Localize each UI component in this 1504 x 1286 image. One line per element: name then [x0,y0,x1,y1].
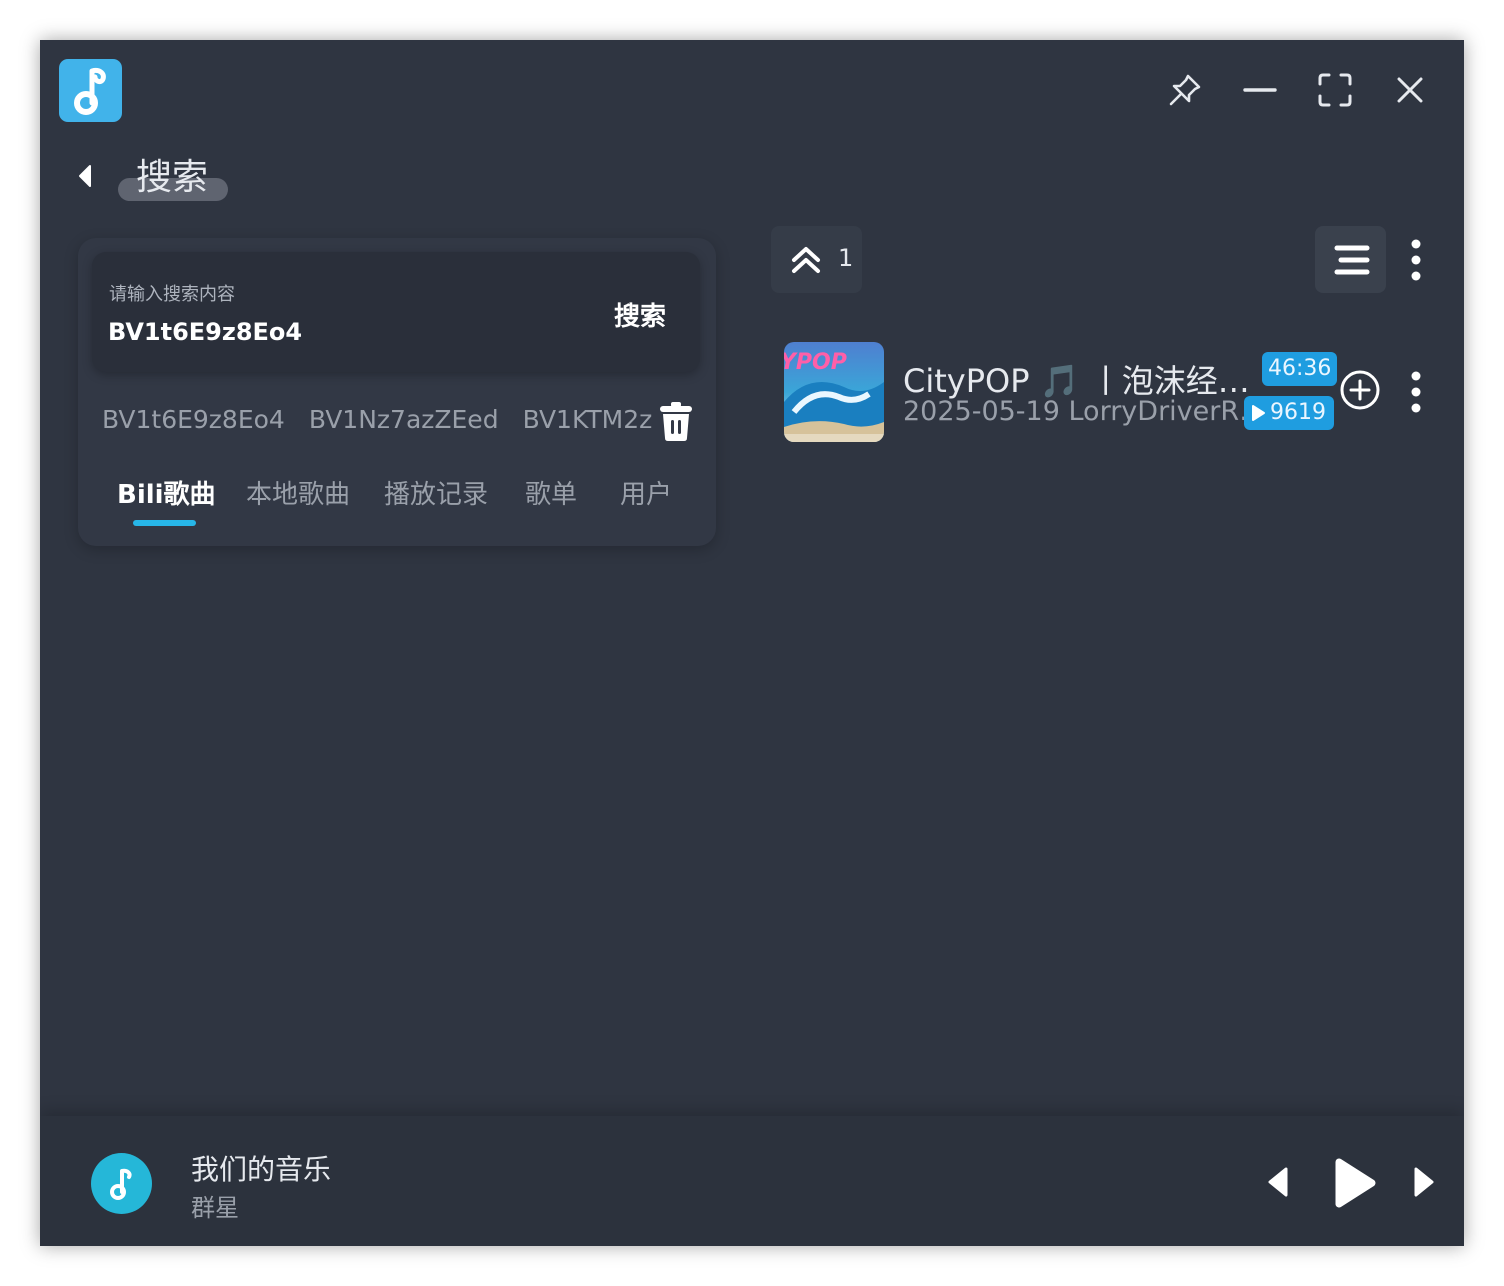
views-count: 9619 [1270,400,1326,425]
now-playing-cover[interactable] [91,1153,152,1214]
close-button[interactable] [1390,70,1430,110]
fullscreen-icon [1318,73,1352,107]
now-playing-artist: 群星 [191,1194,239,1222]
result-more-button[interactable] [1405,368,1427,416]
close-icon [1397,77,1423,103]
tab-bili-songs[interactable]: Bili歌曲 [117,474,216,511]
double-chevron-up-icon [792,247,820,273]
search-input[interactable] [108,314,578,350]
search-button[interactable]: 搜索 [614,296,666,333]
result-thumbnail: YPOP [784,342,884,442]
search-panel: 请输入搜索内容 搜索 BV1t6E9z8Eo4 BV1Nz7azZEed BV1KT… [78,238,716,546]
app-logo [59,59,122,122]
tab-users[interactable]: 用户 [620,474,672,511]
search-history: BV1t6E9z8Eo4 BV1Nz7azZEed BV1KTM2zG [102,398,652,442]
minimize-icon [1243,88,1277,92]
page-title: 搜索 [136,157,209,198]
back-button[interactable] [70,158,98,194]
trash-icon [660,402,692,441]
add-circle-icon [1340,370,1380,410]
search-field-label: 请输入搜索内容 [109,284,235,305]
tab-local-songs[interactable]: 本地歌曲 [246,474,350,511]
play-button[interactable] [1330,1156,1380,1210]
tab-playlists[interactable]: 歌单 [525,474,577,511]
collapse-button[interactable]: 1 [771,226,862,293]
pin-icon [1169,74,1201,106]
toolbar-more-button[interactable] [1405,236,1427,284]
thumbnail-text: YPOP [784,350,847,375]
clear-history-button[interactable] [658,400,694,442]
play-count-icon [1252,405,1265,421]
history-item[interactable]: BV1KTM2zG [523,398,652,442]
page-count: 1 [838,244,854,272]
now-playing-title: 我们的音乐 [191,1153,332,1186]
source-tabs: Bili歌曲 本地歌曲 播放记录 歌单 用户 [78,466,716,526]
active-tab-indicator [133,520,196,526]
music-note-icon [74,68,106,115]
app-window: 搜索 请输入搜索内容 搜索 BV1t6E9z8Eo4BV1Nz7azZEedBV… [40,40,1464,1246]
previous-icon [1268,1167,1288,1197]
back-arrow-icon [79,165,91,187]
fullscreen-button[interactable] [1315,70,1355,110]
more-vertical-icon [1411,371,1421,413]
tab-play-history[interactable]: 播放记录 [384,474,488,511]
history-item[interactable]: BV1t6E9z8Eo4 [102,398,285,442]
search-box: 请输入搜索内容 搜索 [92,252,700,372]
next-icon [1414,1167,1434,1197]
more-vertical-icon [1411,239,1421,281]
music-note-icon [110,1168,132,1200]
next-button[interactable] [1406,1164,1442,1200]
history-item[interactable]: BV1Nz7azZEed [309,398,499,442]
views-badge: 9619 [1244,396,1334,430]
previous-button[interactable] [1262,1164,1298,1200]
minimize-button[interactable] [1240,70,1280,110]
result-item[interactable]: YPOP CityPOP 🎵 丨泡沫经… 2025-05-19 LorryDri… [782,340,1442,444]
duration-badge: 46:36 [1262,352,1338,386]
page-header: 搜索 [118,150,228,206]
add-to-playlist-button[interactable] [1338,368,1382,412]
result-subtitle: 2025-05-19 LorryDriverR… [903,396,1267,427]
list-view-button[interactable] [1315,226,1386,293]
pin-button[interactable] [1165,70,1205,110]
play-icon [1335,1158,1376,1208]
list-icon [1334,245,1370,275]
player-bar: 我们的音乐 群星 [40,1116,1464,1246]
